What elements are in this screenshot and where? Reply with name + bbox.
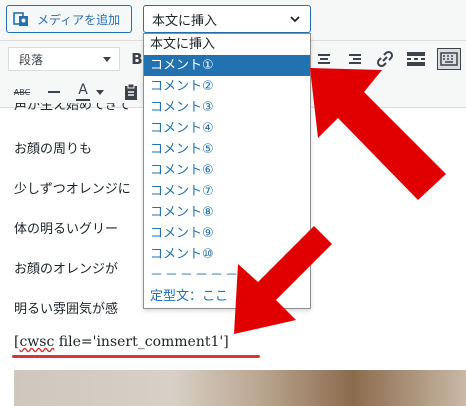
annotation-arrow-up-left [310,68,446,200]
dropdown-option-comment-8[interactable]: コメント⑧ [144,202,310,223]
dropdown-option-comment-1[interactable]: コメント① [144,55,310,76]
shortcode-misspelled-word: cwsc [19,334,55,350]
dropdown-option-comment-5[interactable]: コメント⑤ [144,139,310,160]
insert-body-select[interactable]: 本文に挿入 [143,5,311,33]
paragraph: お顔の周りも [14,142,93,157]
paragraph: 少しずつオレンジに [14,182,131,197]
paragraph-cut-off: 声が生え始めてきて [14,103,131,113]
dropdown-option-comment-4[interactable]: コメント④ [144,118,310,139]
dropdown-option-comment-2[interactable]: コメント② [144,76,310,97]
dropdown-option-insert-body[interactable]: 本文に挿入 [144,34,310,55]
chevron-down-icon [288,12,302,26]
highlight-underline [12,355,260,358]
dropdown-option-comment-3[interactable]: コメント③ [144,97,310,118]
paragraph: お顔のオレンジが [14,262,119,277]
add-media-button[interactable]: メディアを追加 [6,5,132,33]
paragraph: 体の明るいグリー [14,222,119,237]
dropdown-option-comment-6[interactable]: コメント⑥ [144,160,310,181]
text-color-icon[interactable]: A [74,81,92,103]
shortcode-rest: file='insert_comment1'] [54,334,229,350]
paragraph-format-select[interactable]: 段落 [8,47,120,71]
annotation-arrow-down-left [234,226,332,334]
text-color-caret-icon[interactable] [95,89,105,97]
strikethrough-icon[interactable]: ABC [12,84,32,100]
paste-text-icon[interactable] [122,83,140,101]
add-media-label: メディアを追加 [37,12,121,27]
dropdown-option-comment-7[interactable]: コメント⑦ [144,181,310,202]
paragraph: 明るい雰囲気が感 [14,302,119,317]
caret-down-icon [103,57,111,62]
media-icon [13,10,31,28]
paragraph-format-value: 段落 [19,52,44,67]
insert-body-select-value: 本文に挿入 [152,13,218,29]
shortcode-line: [cwsc file='insert_comment1'] [14,334,229,350]
content-image [14,370,466,406]
horizontal-line-icon[interactable] [46,84,62,100]
